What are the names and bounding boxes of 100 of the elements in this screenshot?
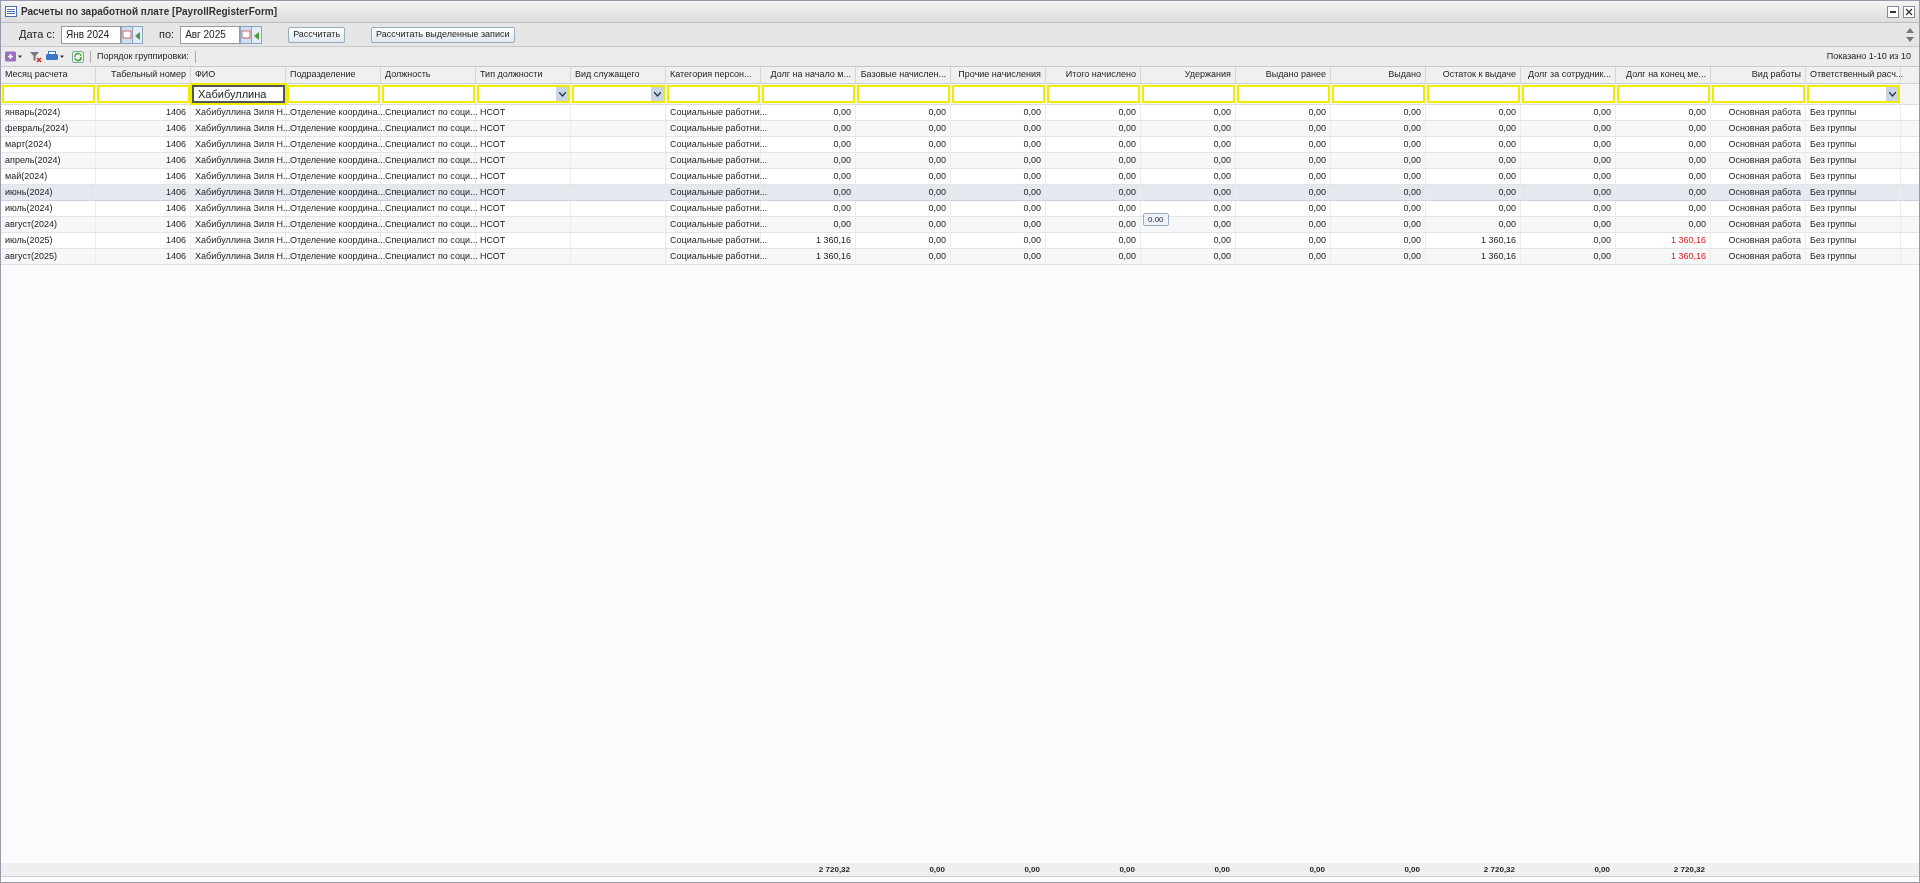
filter-dropdown[interactable] [477, 85, 570, 103]
filter-field[interactable] [97, 85, 190, 103]
filter-field[interactable] [762, 85, 855, 103]
table-cell-text: 0,00 [1213, 201, 1231, 215]
filter-field[interactable] [857, 85, 950, 103]
column-header[interactable]: Остаток к выдаче [1426, 67, 1521, 83]
filter-field[interactable] [1522, 85, 1615, 103]
table-cell-text: Хабибуллина Зиля Н... [195, 233, 291, 247]
filter-field[interactable] [2, 85, 95, 103]
column-header[interactable]: Месяц расчета [1, 67, 96, 83]
table-cell-text: Социальные работни... [670, 169, 768, 183]
table-cell-text: Социальные работни... [670, 153, 768, 167]
table-cell-text: 0,00 [1593, 201, 1611, 215]
total-cell: 0,00 [1594, 863, 1610, 876]
table-row[interactable]: январь(2024) 1406 Хабибуллина Зиля Н...Отделение координа...Специалист по соци... НСОТ Социальные работни... 0,00 0,00 0,00 0,00 0,00 0,00 0,00 0,00 0,00 0,00 Основная работа Без группы [1, 105, 1919, 121]
column-header[interactable]: Прочие начисления [951, 67, 1046, 83]
table-cell-text: 0,00 [1308, 169, 1326, 183]
table-cell-text: 1 360,16 [1670, 233, 1706, 247]
table-cell-text: Отделение координа... [290, 121, 386, 135]
minimize-button[interactable] [1887, 5, 1899, 18]
date-to-field[interactable]: Авг 2025 [180, 25, 241, 44]
column-header[interactable]: Базовые начислен... [856, 67, 951, 83]
table-cell-text: 1406 [165, 153, 186, 167]
table-cell-text: 0,00 [1213, 169, 1231, 183]
table-cell-text: 0,00 [1118, 249, 1136, 263]
column-header[interactable]: Категория персон... [666, 67, 761, 83]
filter-field[interactable] [287, 85, 380, 103]
table-cell-text: 0,00 [1213, 121, 1231, 135]
table-cell-text: 0,00 [1403, 153, 1421, 167]
table-cell-text: Социальные работни... [670, 217, 768, 231]
close-button[interactable] [1903, 5, 1915, 18]
column-header[interactable]: Долг на начало м... [761, 67, 856, 83]
print-menu-icon[interactable] [46, 51, 64, 62]
table-cell-text: Отделение координа... [290, 153, 386, 167]
table-cell-text: Основная работа [1728, 105, 1801, 119]
table-cell-text: 0,00 [1498, 217, 1516, 231]
refresh-icon[interactable] [72, 50, 84, 63]
add-menu-icon[interactable] [5, 51, 22, 62]
table-cell-text: Основная работа [1728, 233, 1801, 247]
table-row[interactable]: февраль(2024) 1406 Хабибуллина Зиля Н...Отделение координа...Специалист по соци... НСОТ Социальные работни... 0,00 0,00 0,00 0,00 0,00 0,00 0,00 0,00 0,00 0,00 Основная работа Без группы [1, 121, 1919, 137]
table-row[interactable]: май(2024) 1406 Хабибуллина Зиля Н...Отделение координа...Специалист по соци... НСОТ Социальные работни... 0,00 0,00 0,00 0,00 0,00 0,00 0,00 0,00 0,00 0,00 Основная работа Без группы [1, 169, 1919, 185]
column-header[interactable]: Должность [381, 67, 476, 83]
filter-field[interactable] [1712, 85, 1805, 103]
calendar-icon[interactable] [121, 25, 143, 44]
filter-field[interactable] [382, 85, 475, 103]
filter-dropdown[interactable] [572, 85, 665, 103]
column-header[interactable]: Выдано ранее [1236, 67, 1331, 83]
table-cell-text: 0,00 [1213, 217, 1231, 231]
column-header[interactable]: Долг на конец ме... [1616, 67, 1711, 83]
table-row[interactable]: август(2025) 1406 Хабибуллина Зиля Н...Отделение координа...Специалист по соци... НСОТ Социальные работни... 1 360,16 0,00 0,00 0,00 0,00 0,00 0,00 1 360,16 0,00 1 360,16 Основная работа Без группы [1, 249, 1919, 265]
table-cell-text: Социальные работни... [670, 185, 768, 199]
table-cell-text: НСОТ [480, 233, 506, 247]
table-cell-text: Без группы [1810, 169, 1857, 183]
column-header[interactable]: Вид служащего [571, 67, 666, 83]
table-cell-text: 0,00 [928, 137, 946, 151]
filter-field[interactable]: Хабибуллина [192, 85, 285, 103]
column-header[interactable]: Удержания [1141, 67, 1236, 83]
table-row[interactable]: апрель(2024) 1406 Хабибуллина Зиля Н...Отделение координа...Специалист по соци... НСОТ Социальные работни... 0,00 0,00 0,00 0,00 0,00 0,00 0,00 0,00 0,00 0,00 Основная работа Без группы [1, 153, 1919, 169]
filter-field[interactable] [952, 85, 1045, 103]
table-cell-text: НСОТ [480, 153, 506, 167]
table-cell-text: Без группы [1810, 153, 1857, 167]
grouping-label: Порядок группировки: [97, 49, 189, 63]
table-cell-text: Специалист по соци... [385, 185, 478, 199]
table-cell-text: 0,00 [1593, 249, 1611, 263]
table-cell-text: Хабибуллина Зиля Н... [195, 217, 291, 231]
table-cell-text: Отделение координа... [290, 185, 386, 199]
calculate-selected-button[interactable]: Рассчитать выделенные записи [371, 26, 515, 43]
table-cell-text: 0,00 [833, 185, 851, 199]
filter-field[interactable] [667, 85, 760, 103]
table-cell-text: 0,00 [1593, 137, 1611, 151]
column-header[interactable]: Итого начислено [1046, 67, 1141, 83]
table-row[interactable]: март(2024) 1406 Хабибуллина Зиля Н...Отделение координа...Специалист по соци... НСОТ Социальные работни... 0,00 0,00 0,00 0,00 0,00 0,00 0,00 0,00 0,00 0,00 Основная работа Без группы [1, 137, 1919, 153]
filter-field[interactable] [1237, 85, 1330, 103]
filter-field[interactable] [1047, 85, 1140, 103]
calendar-icon[interactable] [240, 25, 263, 44]
table-cell-text: Хабибуллина Зиля Н... [195, 185, 291, 199]
table-cell-text: 0,00 [1688, 153, 1706, 167]
table-row[interactable]: июль(2025) 1406 Хабибуллина Зиля Н...Отделение координа...Специалист по соци... НСОТ Социальные работни... 1 360,16 0,00 0,00 0,00 0,00 0,00 0,00 1 360,16 0,00 1 360,16 Основная работа Без группы [1, 233, 1919, 249]
table-cell-text: 1 360,16 [1670, 249, 1706, 263]
column-header[interactable]: Выдано [1331, 67, 1426, 83]
table-cell-text: 0,00 [1498, 153, 1516, 167]
table-cell-text: НСОТ [480, 137, 506, 151]
filter-dropdown[interactable] [1807, 85, 1900, 103]
table-cell-text: 0,00 [928, 217, 946, 231]
table-cell-text: июнь(2024) [5, 185, 53, 199]
filter-field[interactable] [1617, 85, 1710, 103]
column-header[interactable]: Долг за сотрудник... [1521, 67, 1616, 83]
table-cell-text: 0,00 [1213, 153, 1231, 167]
filter-field[interactable] [1427, 85, 1520, 103]
column-header[interactable]: Тип должности [476, 67, 571, 83]
clear-filter-icon[interactable] [30, 50, 42, 63]
column-header[interactable]: Вид работы [1711, 67, 1806, 83]
filter-field[interactable] [1142, 85, 1235, 103]
table-row[interactable]: июль(2024) 1406 Хабибуллина Зиля Н...Отделение координа...Специалист по соци... НСОТ Социальные работни... 0,00 0,00 0,00 0,00 0,00 0,00 0,00 0,00 0,00 0,00 Основная работа Без группы [1, 201, 1919, 217]
column-header[interactable]: Ответственный расч... [1806, 67, 1901, 83]
filter-field[interactable] [1332, 85, 1425, 103]
table-row[interactable]: июнь(2024) 1406 Хабибуллина Зиля Н...Отделение координа...Специалист по соци... НСОТ Социальные работни... 0,00 0,00 0,00 0,00 0,00 0,00 0,00 0,00 0,00 0,00 Основная работа Без группы [1, 185, 1919, 201]
table-cell-text: 1406 [165, 105, 186, 119]
calculate-button[interactable]: Рассчитать [288, 26, 346, 43]
date-from-field[interactable]: Янв 2024 [61, 25, 121, 44]
